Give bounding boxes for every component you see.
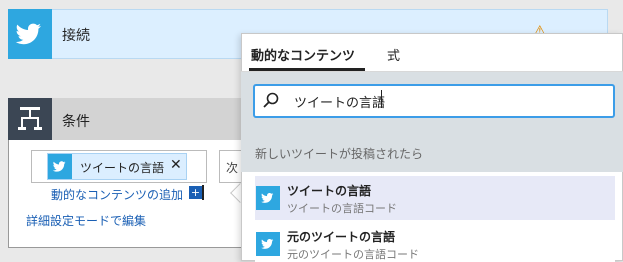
list-item-title: 元のツイートの言語 (287, 230, 396, 244)
text-cursor (202, 185, 204, 200)
text-cursor (381, 90, 382, 108)
condition-icon (8, 98, 52, 140)
twitter-icon (256, 232, 280, 256)
tab-expression[interactable]: 式 (387, 45, 400, 64)
tab-dynamic-content[interactable]: 動的なコンテンツ (251, 45, 355, 64)
twitter-icon (8, 9, 52, 59)
condition-title: 条件 (62, 114, 90, 130)
close-icon[interactable]: ✕ (170, 157, 182, 173)
add-dynamic-content-link[interactable]: 動的なコンテンツの追加 (51, 186, 183, 203)
twitter-icon (48, 154, 72, 179)
connection-title: 接続 (62, 28, 90, 44)
plus-icon[interactable]: + (189, 186, 202, 199)
search-input-value: ツイートの言語 (294, 96, 386, 111)
search-icon (262, 91, 280, 109)
advanced-mode-link[interactable]: 詳細設定モードで編集 (26, 212, 146, 229)
twitter-icon (256, 186, 280, 210)
token-label: ツイートの言語 (80, 161, 165, 175)
list-item-subtitle: 元のツイートの言語コード (287, 248, 419, 261)
section-label: 新しいツイートが投稿されたら (255, 147, 424, 161)
list-item-subtitle: ツイートの言語コード (287, 202, 397, 215)
list-item-title: ツイートの言語 (287, 184, 372, 198)
